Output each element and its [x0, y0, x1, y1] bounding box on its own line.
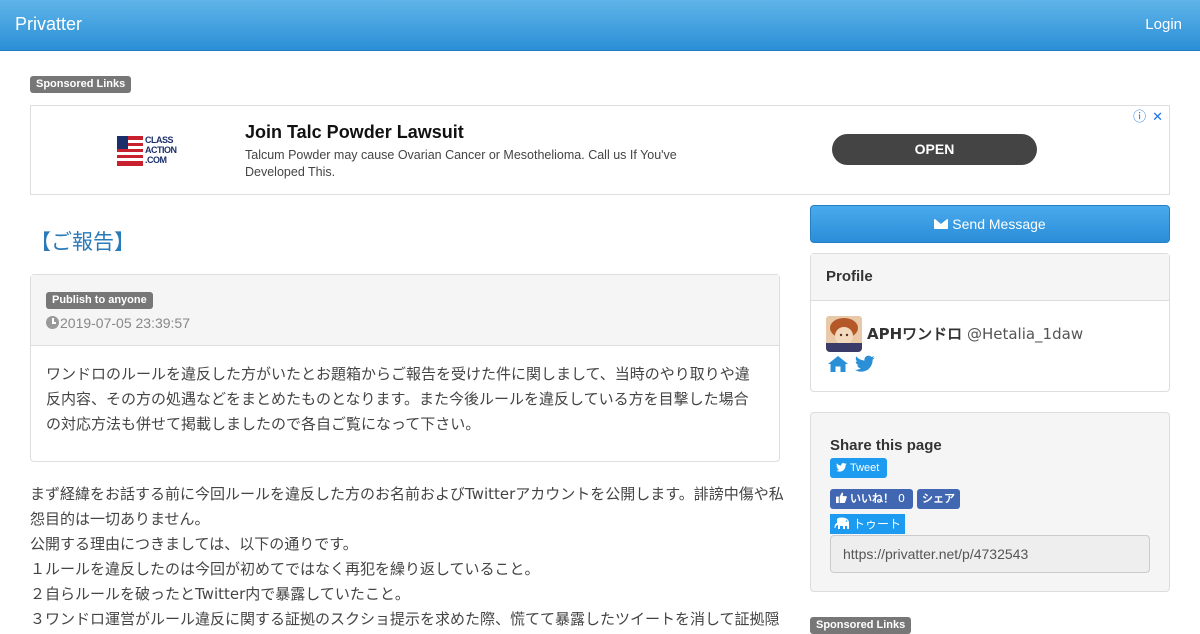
content-paragraph: 公開する理由につきましては、以下の通りです。 — [30, 535, 358, 553]
post-title[interactable]: 【ご報告】 — [30, 226, 135, 256]
post-date: 2019-07-05 23:39:57 — [46, 315, 190, 331]
share-heading: Share this page — [830, 437, 942, 454]
thumbs-up-icon — [836, 492, 847, 503]
content-paragraph: １ルールを違反したのは今回が初めてではなく再犯を繰り返していること。 — [30, 560, 540, 578]
tweet-button[interactable]: Tweet — [830, 458, 888, 478]
share-url-input[interactable] — [830, 535, 1150, 573]
clock-icon — [46, 316, 59, 329]
content-paragraph: ２自らルールを破ったとTwitter内で暴露していたこと。 — [30, 585, 410, 603]
like-count: 0 — [898, 492, 905, 505]
share-panel: Share this page Tweet いいね！ 0 シェア トゥート — [810, 412, 1170, 592]
navbar: Privatter Login — [0, 0, 1200, 51]
avatar-image — [826, 316, 862, 352]
login-link[interactable]: Login — [1145, 16, 1182, 33]
twitter-icon[interactable] — [855, 355, 876, 373]
avatar[interactable] — [826, 316, 862, 352]
elephant-icon — [834, 517, 849, 529]
sponsored-label: Sponsored Links — [30, 76, 132, 93]
post-panel: Publish to anyone 2019-07-05 23:39:57 ワン… — [30, 274, 780, 462]
twitter-icon — [836, 463, 847, 472]
toot-button[interactable]: トゥート — [830, 514, 905, 534]
ad-choices[interactable]: ⓘ ✕ — [1127, 106, 1163, 125]
post-summary: ワンドロのルールを違反した方がいたとお題箱からご報告を受けた件に関しまして、当時… — [46, 365, 750, 433]
profile-handle: @Hetalia_1daw — [966, 325, 1084, 343]
facebook-like-button[interactable]: いいね！ 0 — [830, 489, 913, 509]
ad-open-button[interactable]: OPEN — [832, 134, 1037, 165]
post-content: まず経緯をお話する前に今回ルールを違反した方のお名前およびTwitterアカウン… — [30, 482, 785, 632]
content-paragraph: まず経緯をお話する前に今回ルールを違反した方のお名前およびTwitterアカウン… — [30, 485, 784, 528]
send-message-button[interactable]: Send Message — [810, 205, 1170, 243]
ad-description: Talcum Powder may cause Ovarian Cancer o… — [245, 148, 677, 179]
profile-links — [827, 355, 876, 377]
sponsored-label: Sponsored Links — [810, 617, 912, 634]
facebook-share-button[interactable]: シェア — [917, 489, 960, 509]
content-paragraph: ３ワンドロ運営がルール違反に関する証拠のスクショ提示を求めた際、慌てて暴露したツ… — [30, 610, 780, 628]
profile-panel: Profile APHワンドロ @Hetalia_1daw — [810, 253, 1170, 392]
flag-icon — [117, 136, 143, 166]
home-icon[interactable] — [827, 355, 849, 373]
envelope-icon — [934, 219, 949, 229]
brand-link[interactable]: Privatter — [15, 14, 82, 35]
ad-banner[interactable]: CLASS ACTION .COM Join Talc Powder Lawsu… — [30, 105, 1170, 195]
profile-name[interactable]: APHワンドロ @Hetalia_1daw — [867, 323, 1083, 344]
profile-heading: Profile — [811, 254, 1169, 301]
ad-title[interactable]: Join Talc Powder Lawsuit — [245, 122, 464, 143]
ad-logo: CLASS ACTION .COM — [117, 134, 177, 168]
close-icon[interactable]: ✕ — [1152, 110, 1163, 125]
info-icon[interactable]: ⓘ — [1133, 110, 1146, 125]
post-header: Publish to anyone 2019-07-05 23:39:57 — [31, 275, 779, 346]
visibility-badge: Publish to anyone — [46, 292, 153, 309]
